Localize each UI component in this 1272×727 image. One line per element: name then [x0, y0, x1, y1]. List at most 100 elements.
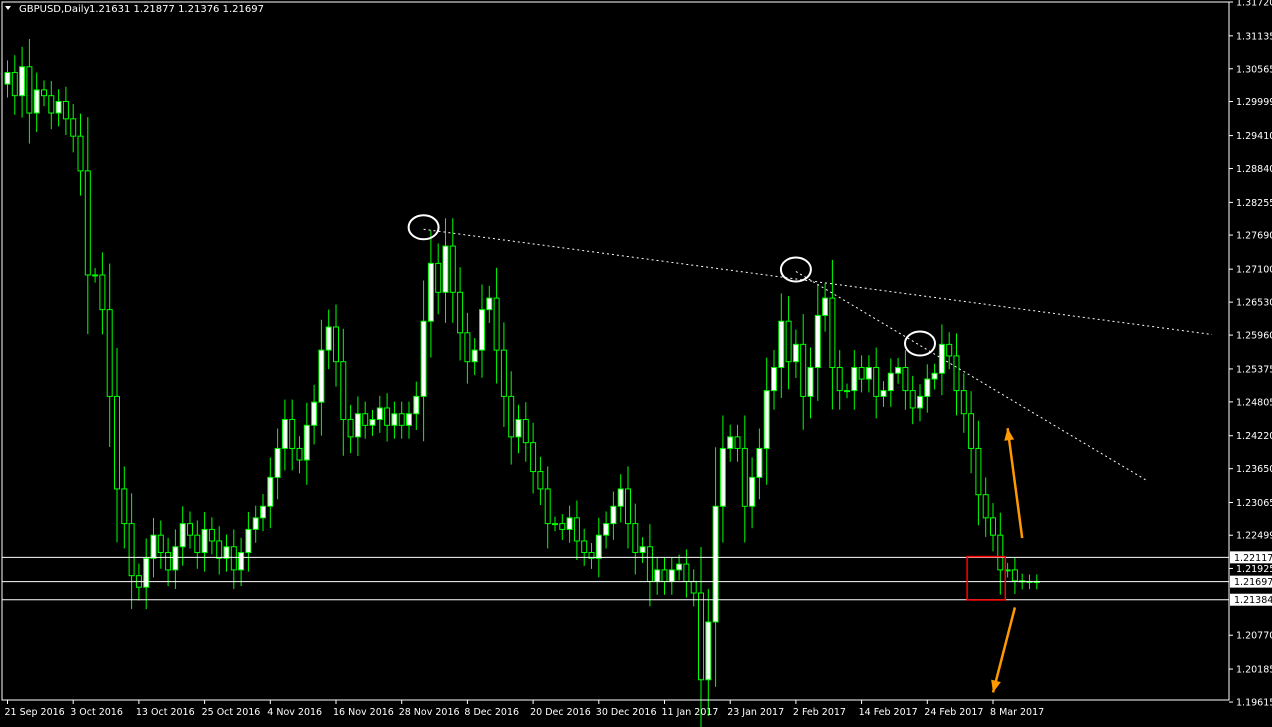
candle-body-bull — [865, 366, 872, 380]
candle-body-bear — [84, 170, 91, 276]
arrow-head-icon — [1004, 428, 1015, 441]
swing-high-circle[interactable] — [904, 330, 936, 357]
candle-body-bear — [333, 326, 339, 363]
candle-body-bear — [982, 494, 989, 519]
candle-body-bull — [150, 534, 157, 559]
date-tick-label: 2 Feb 2017 — [793, 707, 846, 718]
candle-body-bull — [369, 419, 376, 426]
dropdown-triangle-icon[interactable] — [5, 6, 11, 10]
candle-body-bull — [486, 297, 493, 311]
candle-body-bull — [391, 413, 398, 426]
candle-body-bull — [479, 309, 485, 351]
candle-body-bull — [4, 72, 11, 85]
candle-body-bear — [187, 523, 193, 536]
axes-layer: GBPUSD,Daily 1.21631 1.21877 1.21376 1.2… — [1, 0, 1272, 718]
candle-body-bear — [1011, 569, 1018, 582]
arrow-shaft[interactable] — [1006, 428, 1024, 539]
candle-body-bull — [895, 366, 902, 374]
candle-body-bull — [33, 89, 40, 114]
candle-body-bull — [676, 563, 683, 571]
candle-body-bull — [274, 447, 281, 478]
swing-high-circle[interactable] — [779, 256, 812, 283]
candle-body-bull — [880, 390, 887, 397]
candle-body-bull — [566, 517, 573, 530]
candle-body-bear — [646, 546, 653, 582]
date-tick-label: 28 Nov 2016 — [399, 707, 460, 718]
candle-body-bull — [552, 523, 558, 526]
date-tick-label: 25 Oct 2016 — [202, 707, 261, 718]
candle-body-bull — [260, 505, 266, 519]
candle-body-bear — [464, 332, 471, 363]
candle-body-bull — [245, 528, 252, 554]
candle-body-bear — [99, 274, 106, 311]
candle-body-bear — [347, 419, 354, 438]
date-tick-label: 3 Oct 2016 — [70, 707, 123, 718]
price-tick-label: 1.28840 — [1236, 164, 1272, 175]
date-tick-label: 4 Nov 2016 — [267, 707, 322, 718]
candle-body-bear — [909, 390, 916, 409]
candle-body-bear — [573, 517, 580, 542]
candle-body-bull — [318, 349, 325, 403]
candle-body-bull — [471, 349, 478, 363]
price-tick-label: 1.25375 — [1236, 364, 1272, 375]
price-tick-label: 1.20185 — [1236, 665, 1272, 676]
date-tick-label: 23 Jan 2017 — [727, 707, 784, 718]
candle-body-bear — [106, 309, 113, 397]
candle-body-bear — [946, 343, 953, 357]
candle-body-bull — [617, 488, 624, 507]
level-price-tag-label: 1.21384 — [1234, 595, 1272, 606]
candle-body-bull — [778, 320, 785, 368]
candle-body-bull — [303, 424, 310, 461]
price-tick-label: 1.31135 — [1236, 31, 1272, 42]
candle-body-bear — [11, 72, 18, 97]
candle-body-bear — [296, 447, 303, 461]
candle-body-bear — [800, 343, 807, 397]
date-tick-label: 13 Oct 2016 — [136, 707, 195, 718]
price-tick-label: 1.31720 — [1236, 0, 1272, 9]
candle-body-bull — [19, 66, 26, 97]
candle-body-bull — [844, 390, 850, 393]
price-tick-label: 1.28255 — [1236, 198, 1272, 209]
date-tick-label: 30 Dec 2016 — [596, 707, 657, 718]
candle-body-bear — [62, 100, 69, 120]
price-tick-label: 1.27690 — [1236, 231, 1272, 242]
candle-body-bear — [77, 135, 84, 172]
candle-body-bear — [522, 419, 529, 444]
candle-body-bull — [223, 546, 230, 559]
candle-body-bear — [194, 534, 201, 554]
arrow-shaft[interactable] — [991, 607, 1017, 693]
price-tick-label: 1.24805 — [1236, 397, 1272, 408]
candle-body-bear — [632, 523, 639, 554]
candle-body-bear — [734, 436, 741, 449]
price-tick-label: 1.25960 — [1236, 331, 1272, 342]
candle-body-bear — [230, 546, 237, 571]
candle-body-bull — [172, 546, 179, 571]
candle-body-bear — [741, 447, 748, 507]
candle-body-bear — [544, 488, 551, 525]
candlestick-chart[interactable]: GBPUSD,Daily 1.21631 1.21877 1.21376 1.2… — [0, 0, 1272, 727]
candle-body-bear — [581, 540, 588, 554]
candle-body-bull — [595, 534, 602, 559]
candle-body-bear — [690, 580, 697, 594]
date-tick-label: 14 Feb 2017 — [859, 707, 918, 718]
candle-body-bull — [143, 557, 150, 588]
candle-body-bear — [340, 361, 347, 421]
plot-frame — [1, 1, 1230, 701]
swing-high-circle[interactable] — [407, 214, 440, 241]
price-tick-label: 1.30565 — [1236, 64, 1272, 75]
candle-body-bear — [384, 407, 391, 426]
candle-body-bull — [267, 476, 274, 507]
candle-body-bear — [530, 442, 537, 473]
date-tick-label: 24 Feb 2017 — [924, 707, 983, 718]
candle-body-bull — [515, 419, 522, 438]
candle-body-bear — [493, 297, 500, 351]
candle-body-bear — [968, 413, 975, 449]
candle-body-bull — [442, 245, 449, 293]
candle-body-bear — [902, 366, 909, 392]
candle-body-bear — [997, 534, 1004, 571]
candle-body-bull — [311, 401, 318, 426]
candle-body-bull — [705, 621, 712, 681]
candle-body-bear — [398, 413, 405, 426]
price-tick-label: 1.29999 — [1236, 97, 1272, 108]
date-tick-label: 16 Nov 2016 — [333, 707, 394, 718]
